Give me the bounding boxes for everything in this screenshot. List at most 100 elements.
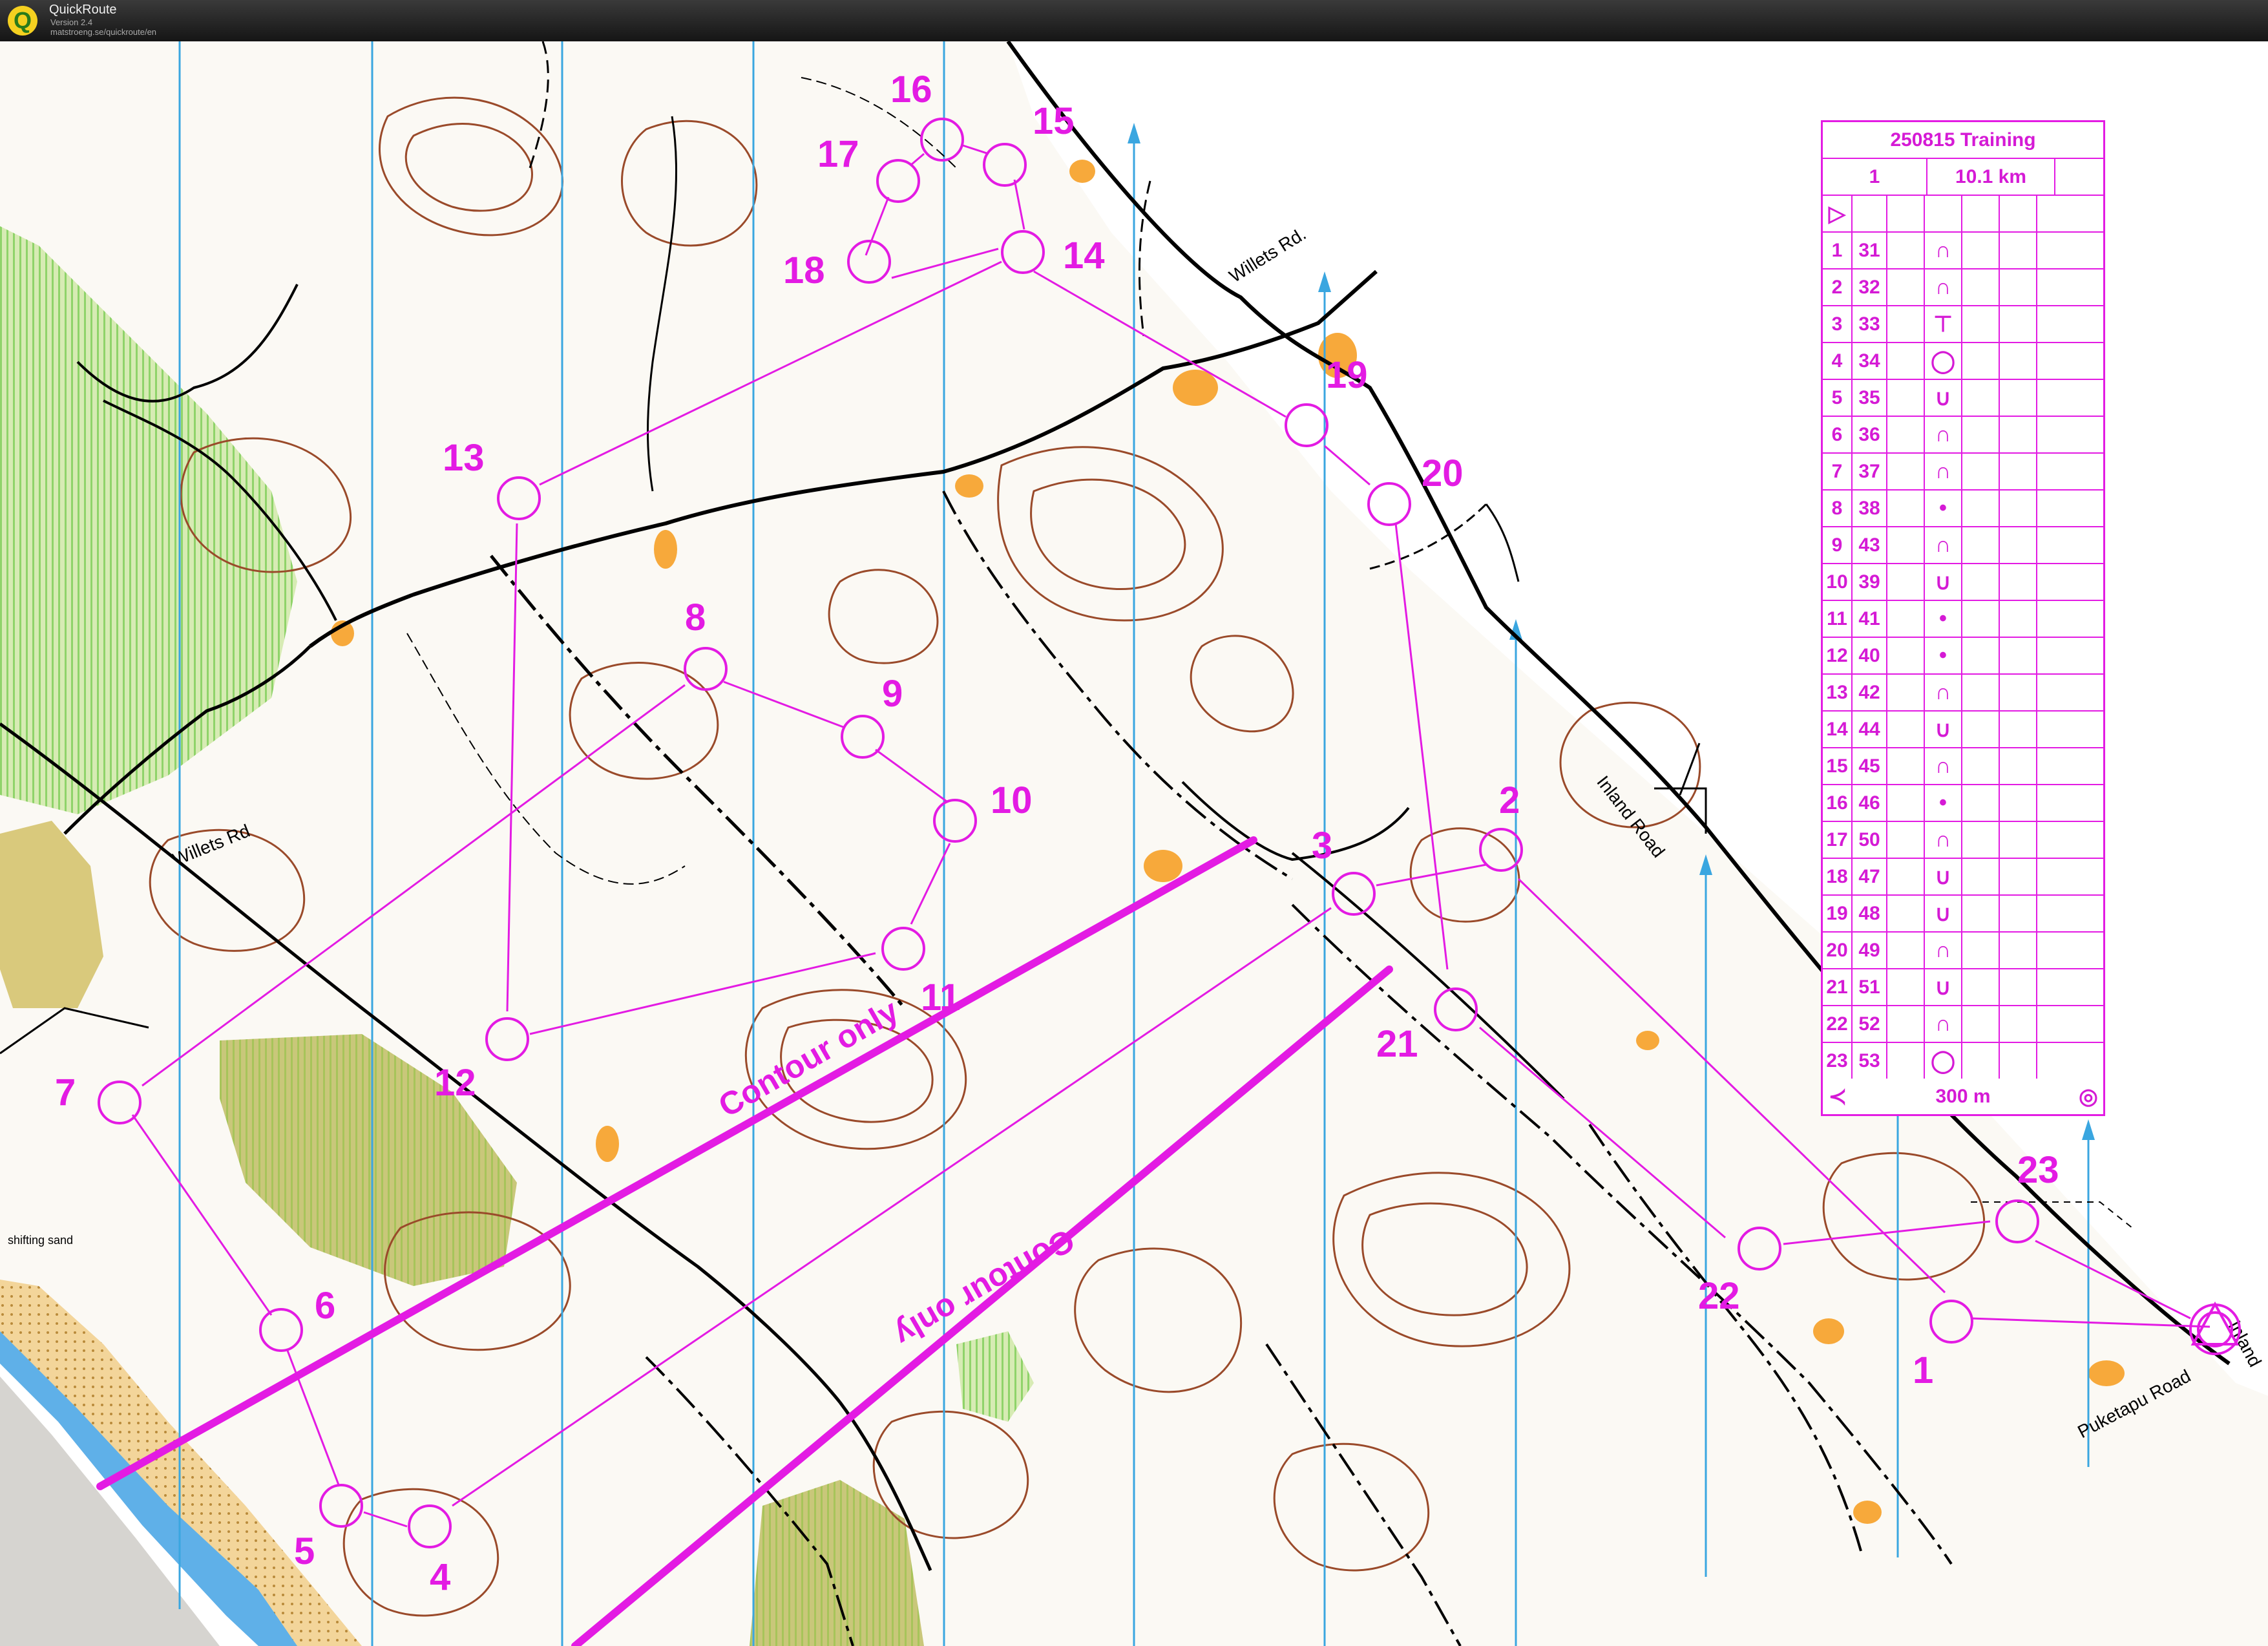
control-label: 6 [315, 1285, 335, 1327]
description-row: 21 51 ∪ [1823, 969, 2103, 1006]
description-row: 17 50 ∩ [1823, 822, 2103, 859]
finish-row: ≺ 300 m ◎ [1823, 1079, 2103, 1114]
detail-cell [1962, 933, 2000, 968]
detail-cell [1962, 233, 2000, 268]
control-label: 4 [430, 1556, 450, 1598]
description-row: 2 32 ∩ [1823, 269, 2103, 306]
feature-cell [1887, 638, 1925, 673]
feature-cell [1887, 233, 1925, 268]
control-label: 10 [991, 779, 1033, 821]
course-length: 10.1 km [1927, 159, 2055, 195]
detail-cell [1962, 380, 2000, 416]
other-cell [2037, 1006, 2103, 1042]
other-cell [2037, 748, 2103, 784]
control-code: 47 [1853, 859, 1887, 894]
control-code: 44 [1853, 712, 1887, 747]
control-order: 12 [1823, 638, 1853, 673]
reentrant-icon: ∪ [1925, 969, 1962, 1005]
description-row: 13 42 ∩ [1823, 675, 2103, 712]
position-cell [2000, 491, 2037, 526]
detail-cell [1962, 343, 2000, 379]
knoll-icon: ∩ [1925, 748, 1962, 784]
description-row: 16 46 • [1823, 785, 2103, 822]
start-row: ▷ [1823, 196, 2103, 233]
feature-cell [1887, 454, 1925, 489]
knoll-icon: ∩ [1925, 417, 1962, 452]
control-order: 2 [1823, 269, 1853, 305]
event-title: 250815 Training [1890, 129, 2036, 151]
control-description-sheet: 250815 Training 1 10.1 km ▷ 1 31 ∩ 2 32 ∩ 3 33 ⊤… [1821, 120, 2105, 1116]
position-cell [2000, 859, 2037, 894]
other-cell [2037, 1043, 2103, 1079]
control-code: 39 [1853, 564, 1887, 600]
position-cell [2000, 712, 2037, 747]
control-label: 2 [1499, 779, 1520, 821]
control-label: 8 [685, 596, 706, 638]
detail-cell [1962, 527, 2000, 563]
control-order: 18 [1823, 859, 1853, 894]
orienteering-map[interactable]: Willets Rd. Willets Rd Inland Road Puket… [0, 41, 2268, 1646]
description-row: 5 35 ∪ [1823, 380, 2103, 417]
description-row: 3 33 ⊤ [1823, 306, 2103, 343]
quickroute-logo-icon: Q [8, 6, 37, 36]
control-label: 7 [55, 1071, 76, 1113]
feature-cell [1887, 269, 1925, 305]
control-order: 7 [1823, 454, 1853, 489]
app-title: QuickRoute [49, 3, 117, 17]
control-code: 40 [1853, 638, 1887, 673]
control-order: 23 [1823, 1043, 1853, 1079]
position-cell [2000, 969, 2037, 1005]
shifting-sand-label: shifting sand [8, 1234, 73, 1247]
position-cell [2000, 527, 2037, 563]
description-row: 11 41 • [1823, 601, 2103, 638]
control-label: 5 [294, 1530, 315, 1572]
knoll-icon: ∩ [1925, 1006, 1962, 1042]
control-order: 17 [1823, 822, 1853, 858]
reentrant-icon: ∪ [1925, 380, 1962, 416]
control-label: 15 [1033, 100, 1075, 142]
vegetation-area-3 [750, 1480, 924, 1646]
detail-cell [1962, 1006, 2000, 1042]
detail-cell [1962, 748, 2000, 784]
control-order: 13 [1823, 675, 1853, 710]
course-info-row: 1 10.1 km [1823, 159, 2103, 196]
other-cell [2037, 306, 2103, 342]
other-cell [2037, 859, 2103, 894]
detail-cell [1962, 896, 2000, 931]
control-order: 3 [1823, 306, 1853, 342]
control-label: 16 [890, 69, 932, 111]
description-row: 20 49 ∩ [1823, 933, 2103, 969]
description-row: 22 52 ∩ [1823, 1006, 2103, 1043]
control-order: 5 [1823, 380, 1853, 416]
position-cell [2000, 233, 2037, 268]
control-order: 10 [1823, 564, 1853, 600]
detail-cell [1962, 1043, 2000, 1079]
other-cell [2037, 454, 2103, 489]
description-row: 18 47 ∪ [1823, 859, 2103, 896]
feature-cell [1887, 748, 1925, 784]
feature-cell [1887, 933, 1925, 968]
control-label: 1 [1913, 1349, 1933, 1391]
control-code: 34 [1853, 343, 1887, 379]
road-label-willets-rd-2: Willets Rd [170, 821, 253, 870]
position-cell [2000, 380, 2037, 416]
control-code: 41 [1853, 601, 1887, 637]
position-cell [2000, 269, 2037, 305]
other-cell [2037, 233, 2103, 268]
finish-distance: 300 m [1935, 1085, 1991, 1107]
control-code: 48 [1853, 896, 1887, 931]
other-cell [2037, 417, 2103, 452]
knoll-icon: ∩ [1925, 822, 1962, 858]
control-code: 42 [1853, 675, 1887, 710]
control-order: 1 [1823, 233, 1853, 268]
other-cell [2037, 896, 2103, 931]
control-label: 18 [783, 249, 825, 291]
small-knoll-icon: • [1925, 785, 1962, 821]
control-label: 11 [921, 976, 960, 1018]
control-label: 9 [882, 673, 903, 715]
description-row: 6 36 ∩ [1823, 417, 2103, 454]
control-order: 11 [1823, 601, 1853, 637]
position-cell [2000, 822, 2037, 858]
other-cell [2037, 491, 2103, 526]
control-order: 21 [1823, 969, 1853, 1005]
